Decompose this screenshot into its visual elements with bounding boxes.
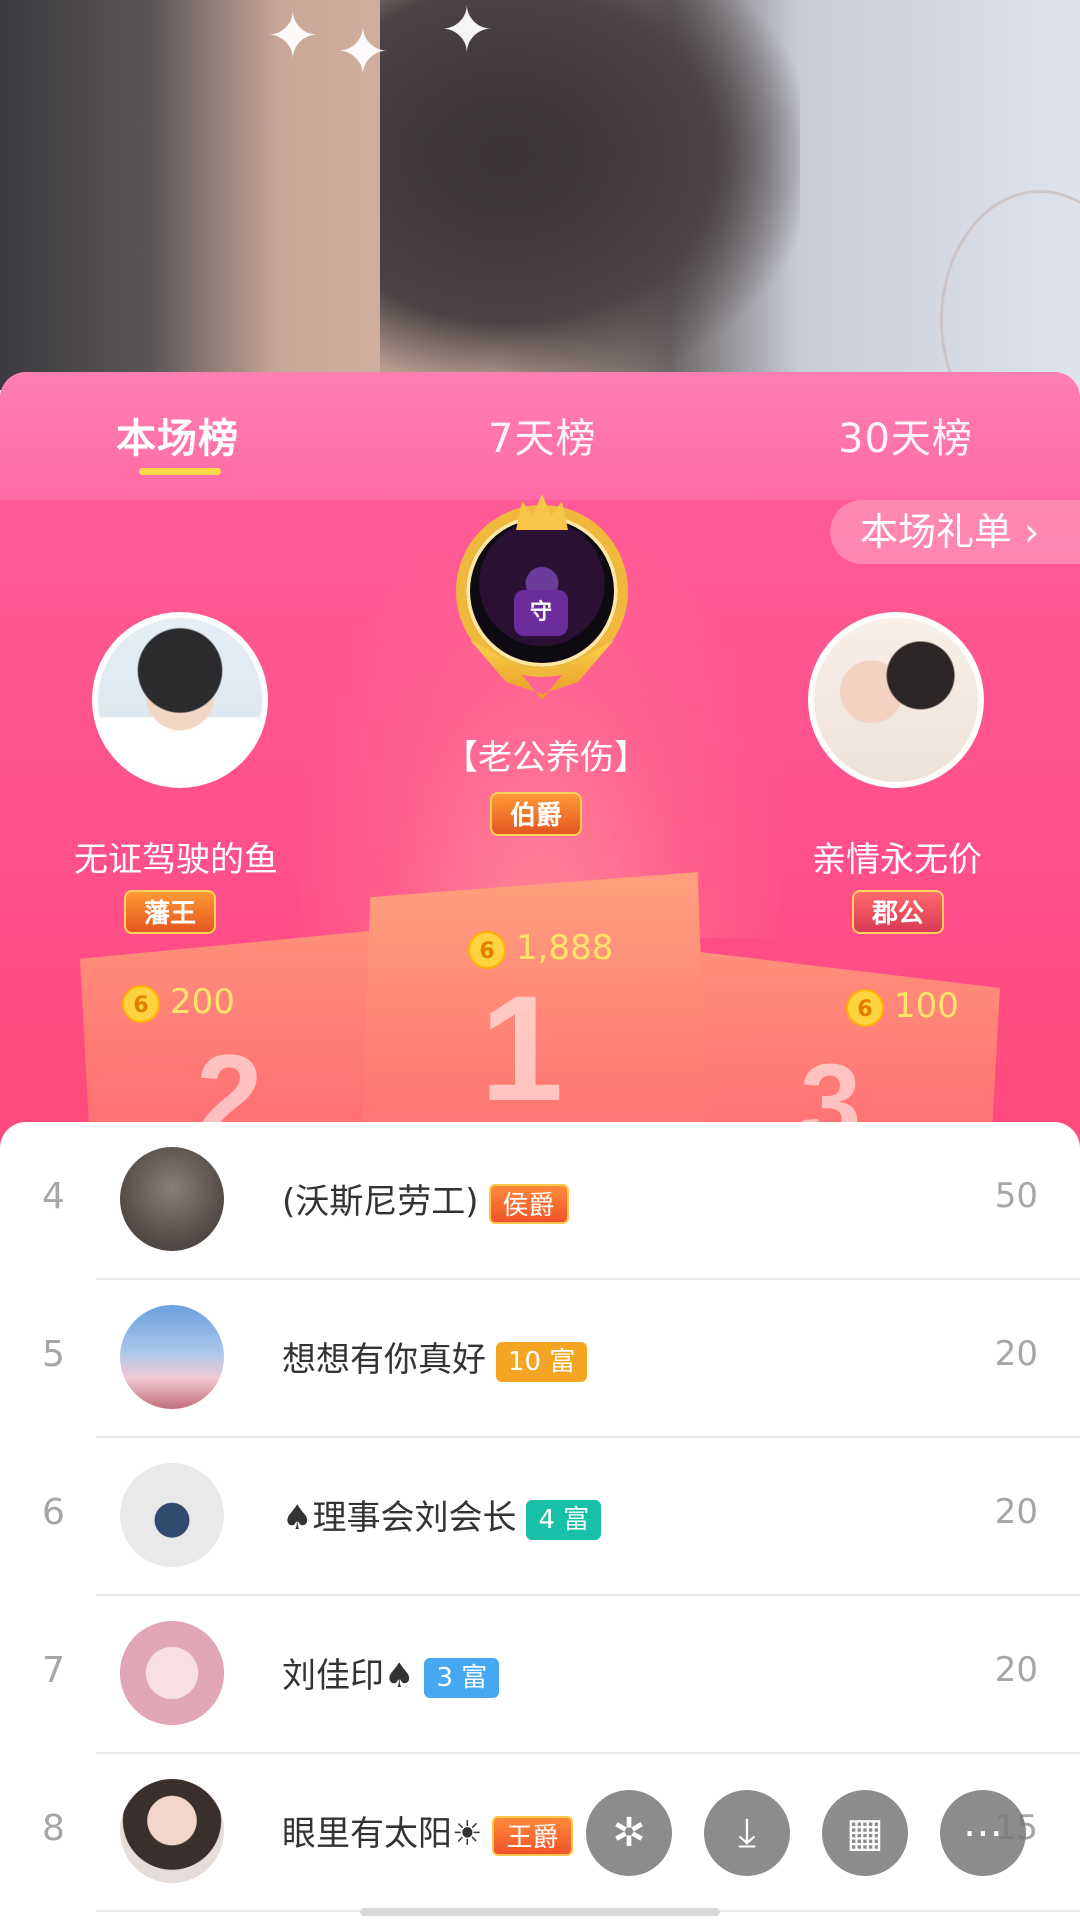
coin-icon: 6 xyxy=(846,988,884,1027)
tab-7-days[interactable]: 7天榜 xyxy=(488,406,596,464)
ranking-list: 4 (沃斯尼劳工) 侯爵 50 5 想想有你真好 10 富 20 6 ♠理事会刘会长… xyxy=(0,1122,1080,1920)
row-rank: 8 xyxy=(42,1808,65,1849)
row-username: (沃斯尼劳工) 侯爵 xyxy=(282,1174,569,1224)
wealth-level-tag: 3 富 xyxy=(424,1657,500,1698)
row-rank: 7 xyxy=(42,1650,65,1691)
row-username: ♠理事会刘会长 4 富 xyxy=(282,1490,602,1540)
live-video-background: ✦ ✦ ✦ xyxy=(0,0,1080,390)
active-tab-underline xyxy=(139,468,221,475)
gift-list-button[interactable]: 本场礼单 › xyxy=(830,500,1080,564)
noble-rank-tag: 侯爵 xyxy=(488,1183,569,1224)
third-place-score: 6 100 xyxy=(846,986,959,1027)
hairclip-star-icon: ✦ xyxy=(440,0,494,68)
home-indicator xyxy=(360,1908,720,1916)
background-hoop xyxy=(940,190,1080,390)
avatar-second-place[interactable] xyxy=(92,612,268,788)
tab-30-days[interactable]: 30天榜 xyxy=(838,406,973,464)
list-item[interactable]: 6 ♠理事会刘会长 4 富 20 xyxy=(0,1438,1080,1596)
noble-rank-tag: 王爵 xyxy=(492,1815,573,1856)
hairclip-star-icon: ✦ xyxy=(336,16,390,90)
download-icon[interactable]: ⤓ xyxy=(704,1790,790,1876)
avatar[interactable] xyxy=(120,1463,224,1567)
row-rank: 5 xyxy=(42,1334,65,1375)
row-name-text: 想想有你真好 xyxy=(282,1340,486,1380)
list-item[interactable]: 4 (沃斯尼劳工) 侯爵 50 xyxy=(0,1122,1080,1280)
avatar[interactable] xyxy=(120,1147,224,1251)
first-place-score: 6 1,888 xyxy=(468,928,613,969)
first-place-rank-badge: 伯爵 xyxy=(490,792,583,836)
row-score: 20 xyxy=(994,1334,1038,1374)
grid-icon[interactable]: ▦ xyxy=(822,1790,908,1876)
third-score-value: 100 xyxy=(894,986,959,1026)
row-score: 20 xyxy=(994,1492,1038,1532)
more-icon[interactable]: ⋯ xyxy=(940,1790,1026,1876)
first-place-name: 【老公养伤】 xyxy=(444,738,648,778)
row-username: 刘佳印♠ 3 富 xyxy=(282,1648,500,1698)
coin-icon: 6 xyxy=(122,984,160,1023)
row-username: 眼里有太阳☀ 王爵 xyxy=(282,1806,573,1856)
second-score-value: 200 xyxy=(170,982,235,1022)
wealth-level-tag: 10 富 xyxy=(496,1341,588,1382)
row-score: 20 xyxy=(994,1650,1038,1690)
row-name-text: (沃斯尼劳工) xyxy=(282,1182,479,1222)
guard-badge: 守 xyxy=(514,590,568,636)
list-item[interactable]: 7 刘佳印♠ 3 富 20 xyxy=(0,1596,1080,1754)
second-place-name: 无证驾驶的鱼 xyxy=(74,840,278,880)
avatar-third-place[interactable] xyxy=(808,612,984,788)
row-rank: 6 xyxy=(42,1492,65,1533)
share-icon[interactable]: ✲ xyxy=(586,1790,672,1876)
row-name-text: 眼里有太阳☀ xyxy=(282,1814,483,1854)
row-name-text: ♠理事会刘会长 xyxy=(282,1498,517,1538)
wealth-level-tag: 4 富 xyxy=(526,1499,602,1540)
row-username: 想想有你真好 10 富 xyxy=(282,1332,588,1382)
coin-icon: 6 xyxy=(468,930,506,969)
row-rank: 4 xyxy=(42,1176,65,1217)
third-place-name: 亲情永无价 xyxy=(812,840,982,880)
first-score-value: 1,888 xyxy=(516,928,614,968)
third-place-rank-badge: 郡公 xyxy=(852,890,945,934)
list-item[interactable]: 5 想想有你真好 10 富 20 xyxy=(0,1280,1080,1438)
row-name-text: 刘佳印♠ xyxy=(282,1656,415,1696)
hairclip-star-icon: ✦ xyxy=(266,0,320,74)
avatar[interactable] xyxy=(120,1779,224,1883)
avatar[interactable] xyxy=(120,1621,224,1725)
row-score: 50 xyxy=(994,1176,1038,1216)
tab-this-session[interactable]: 本场榜 xyxy=(116,406,239,464)
second-place-score: 6 200 xyxy=(122,982,235,1023)
list-item[interactable]: 8 眼里有太阳☀王爵 15 xyxy=(0,1754,1080,1912)
avatar[interactable] xyxy=(120,1305,224,1409)
second-place-rank-badge: 藩王 xyxy=(124,890,217,934)
leaderboard-tabs: 本场榜 7天榜 30天榜 xyxy=(0,372,1080,500)
podium-first-number: 1 xyxy=(480,964,564,1132)
